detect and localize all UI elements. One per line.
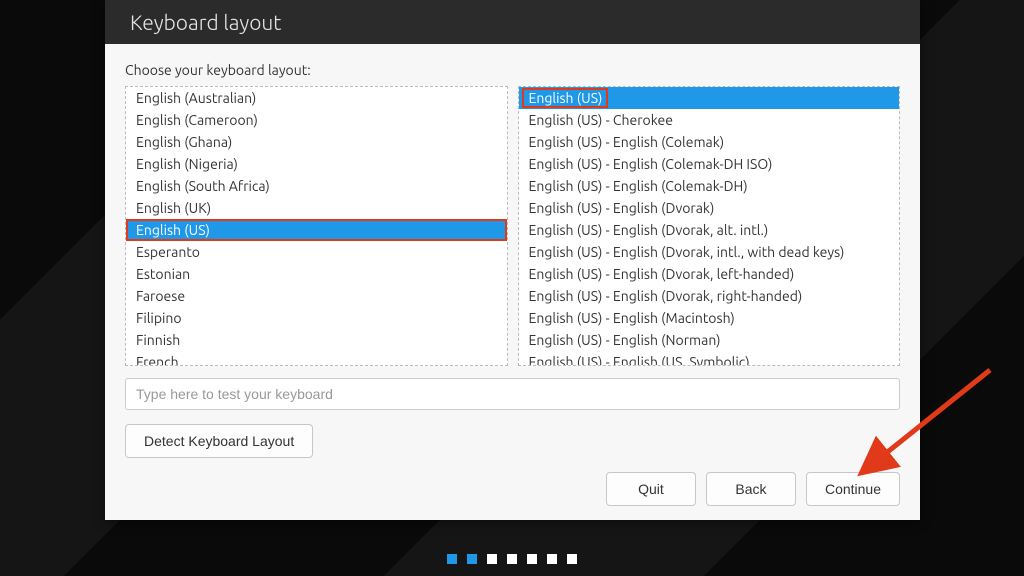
list-item[interactable]: English (US) - English (Dvorak, intl., w… xyxy=(519,241,900,263)
prompt-label: Choose your keyboard layout: xyxy=(125,62,900,78)
progress-dot xyxy=(547,554,557,564)
list-item[interactable]: English (US) - English (Colemak-DH) xyxy=(519,175,900,197)
list-item[interactable]: French xyxy=(126,351,507,366)
layout-variant-list[interactable]: English (US)English (US) - CherokeeEngli… xyxy=(518,86,901,366)
list-item[interactable]: English (US) - English (Macintosh) xyxy=(519,307,900,329)
progress-dot xyxy=(467,554,477,564)
progress-dots xyxy=(0,554,1024,564)
list-item[interactable]: English (US) - English (Colemak-DH ISO) xyxy=(519,153,900,175)
list-item[interactable]: English (US) - English (Dvorak, left-han… xyxy=(519,263,900,285)
list-item[interactable]: English (US) - English (Dvorak, right-ha… xyxy=(519,285,900,307)
list-item[interactable]: English (US) - English (Colemak) xyxy=(519,131,900,153)
titlebar: Keyboard layout xyxy=(105,0,920,44)
list-item[interactable]: Esperanto xyxy=(126,241,507,263)
list-item[interactable]: English (US) - English (Dvorak, alt. int… xyxy=(519,219,900,241)
detect-row: Detect Keyboard Layout xyxy=(125,424,900,458)
window-title: Keyboard layout xyxy=(130,10,281,34)
layout-lists: English (Australian)English (Cameroon)En… xyxy=(125,86,900,366)
detect-layout-button[interactable]: Detect Keyboard Layout xyxy=(125,424,313,458)
list-item[interactable]: Estonian xyxy=(126,263,507,285)
list-item[interactable]: Finnish xyxy=(126,329,507,351)
list-item[interactable]: English (US) - English (Dvorak) xyxy=(519,197,900,219)
content-area: Choose your keyboard layout: English (Au… xyxy=(105,44,920,520)
progress-dot xyxy=(527,554,537,564)
installer-modal: Keyboard layout Choose your keyboard lay… xyxy=(105,0,920,520)
list-item[interactable]: Filipino xyxy=(126,307,507,329)
progress-dot xyxy=(447,554,457,564)
layout-language-list[interactable]: English (Australian)English (Cameroon)En… xyxy=(125,86,508,366)
quit-button[interactable]: Quit xyxy=(606,472,696,506)
list-item[interactable]: English (US) - English (US, Symbolic) xyxy=(519,351,900,366)
list-item[interactable]: English (South Africa) xyxy=(126,175,507,197)
continue-button[interactable]: Continue xyxy=(806,472,900,506)
list-item[interactable]: English (Ghana) xyxy=(126,131,507,153)
back-button[interactable]: Back xyxy=(706,472,796,506)
nav-buttons: Quit Back Continue xyxy=(125,458,900,506)
list-item[interactable]: English (UK) xyxy=(126,197,507,219)
list-item[interactable]: English (US) xyxy=(126,219,507,241)
progress-dot xyxy=(507,554,517,564)
progress-dot xyxy=(487,554,497,564)
list-item[interactable]: English (Nigeria) xyxy=(126,153,507,175)
list-item[interactable]: Faroese xyxy=(126,285,507,307)
list-item[interactable]: English (US) - English (Norman) xyxy=(519,329,900,351)
progress-dot xyxy=(567,554,577,564)
list-item[interactable]: English (US) - Cherokee xyxy=(519,109,900,131)
list-item[interactable]: English (Cameroon) xyxy=(126,109,507,131)
list-item[interactable]: English (US) xyxy=(519,87,900,109)
list-item[interactable]: English (Australian) xyxy=(126,87,507,109)
keyboard-test-input[interactable] xyxy=(125,378,900,410)
